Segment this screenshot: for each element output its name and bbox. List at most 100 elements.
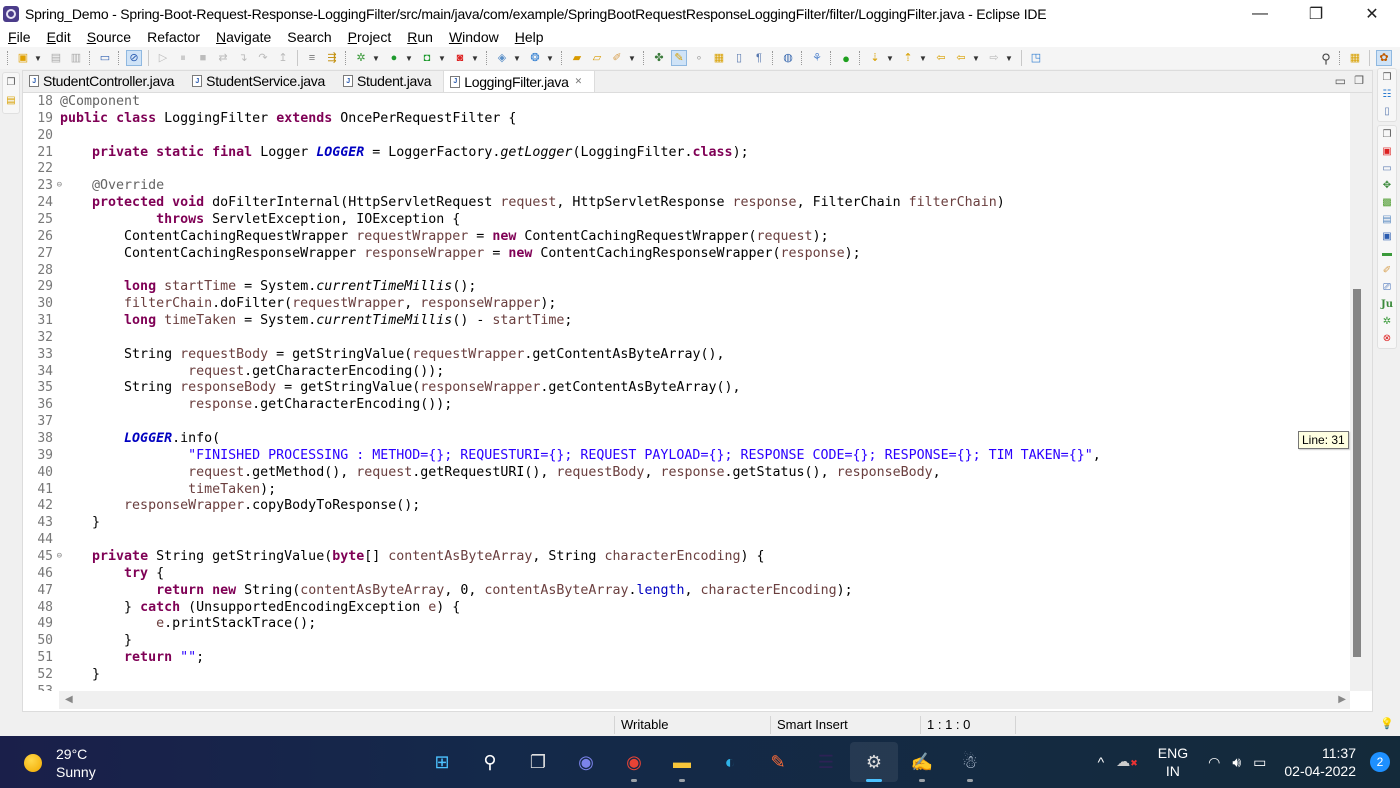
code-line[interactable]: 36 response.getCharacterEncoding()); [23, 396, 1350, 413]
code-line[interactable]: 23 ⊖ @Override [23, 177, 1350, 194]
code-line[interactable]: 37 [23, 413, 1350, 430]
toolbar-grip[interactable] [801, 51, 804, 65]
pin-editor-icon[interactable]: ◳ [1028, 50, 1044, 66]
scroll-right-icon[interactable]: ▶ [1338, 694, 1346, 705]
code-line[interactable]: 32 [23, 329, 1350, 346]
taskbar-app-chrome[interactable]: ◉ [610, 742, 658, 782]
menu-window[interactable]: Window [442, 29, 506, 45]
minimize-button[interactable]: — [1232, 0, 1288, 27]
toolbar-grip[interactable] [118, 51, 121, 65]
code-line[interactable]: 43 } [23, 514, 1350, 531]
editor-tab[interactable]: J StudentService.java [186, 70, 337, 92]
toggle-breadcrumb-icon[interactable]: ∘ [691, 50, 707, 66]
error-log-icon[interactable]: ⊗ [1380, 332, 1394, 346]
vertical-scrollbar[interactable] [1350, 93, 1372, 691]
code-line[interactable]: 33 String requestBody = getStringValue(r… [23, 346, 1350, 363]
code-line[interactable]: 25 throws ServletException, IOException … [23, 211, 1350, 228]
code-line[interactable]: 27 ContentCachingResponseWrapper respons… [23, 245, 1350, 262]
taskbar-app-notepad-plus-plus[interactable]: ✍ [898, 742, 946, 782]
taskbar-app-search[interactable]: ⚲ [466, 742, 514, 782]
code-line[interactable]: 19 public class LoggingFilter extends Onc… [23, 110, 1350, 127]
menu-project[interactable]: Project [341, 29, 399, 45]
open-task-icon[interactable]: ▱ [589, 50, 605, 66]
code-line[interactable]: 47 return new String(contentAsByteArray,… [23, 582, 1350, 599]
maximize-editor-icon[interactable]: ❐ [1354, 74, 1364, 87]
use-step-filters-icon[interactable]: ⇶ [324, 50, 340, 66]
show-source-icon[interactable]: ▯ [731, 50, 747, 66]
taskbar-app-teams-chat[interactable]: ◉ [562, 742, 610, 782]
save-all-icon[interactable]: ▥ [68, 50, 84, 66]
toolbar-grip[interactable] [89, 51, 92, 65]
menu-search[interactable]: Search [280, 29, 338, 45]
next-annotation-dropdown-icon[interactable]: ▼ [885, 54, 895, 63]
step-return-icon[interactable]: ↥ [275, 50, 291, 66]
code-line[interactable]: 42 responseWrapper.copyBodyToResponse(); [23, 497, 1350, 514]
restore-icon[interactable]: ❐ [1380, 71, 1394, 85]
code-line[interactable]: 53 [23, 683, 1350, 691]
progress-icon[interactable]: ▬ [1380, 247, 1394, 261]
tip-bulb-icon[interactable]: 💡 [1380, 717, 1394, 730]
restore-icon[interactable]: ❐ [4, 76, 18, 90]
debug-view-icon[interactable]: ⎚ [1380, 281, 1394, 295]
debug-icon[interactable]: ✲ [353, 50, 369, 66]
status-insert-mode[interactable]: Smart Insert [770, 716, 920, 734]
taskbar-app-file-explorer[interactable]: ▬ [658, 742, 706, 782]
terminal-icon[interactable]: ▭ [97, 50, 113, 66]
menu-navigate[interactable]: Navigate [209, 29, 278, 45]
coverage-icon[interactable]: ◘ [419, 50, 435, 66]
open-perspective-icon[interactable]: ▦ [1347, 50, 1363, 66]
taskbar-app-git-gui[interactable]: ☃ [946, 742, 994, 782]
toolbar-grip[interactable] [345, 51, 348, 65]
onedrive-error-icon[interactable]: ☁✖ [1116, 752, 1138, 772]
toolbar-grip[interactable] [643, 51, 646, 65]
code-line[interactable]: 39 "FINISHED PROCESSING : METHOD={}; REQ… [23, 447, 1350, 464]
toolbar-grip[interactable] [772, 51, 775, 65]
show-selected-element-icon[interactable]: ▦ [711, 50, 727, 66]
code-line[interactable]: 49 e.printStackTrace(); [23, 615, 1350, 632]
previous-annotation-icon[interactable]: ⇡ [900, 50, 916, 66]
code-line[interactable]: 20 [23, 127, 1350, 144]
external-tools-dropdown-icon[interactable]: ▼ [470, 54, 480, 63]
horizontal-scrollbar[interactable]: ◀ ▶ [59, 691, 1350, 709]
search-icon[interactable]: ⚲ [1318, 50, 1334, 66]
debug-dropdown-icon[interactable]: ▼ [371, 54, 381, 63]
notification-badge[interactable]: 2 [1370, 752, 1390, 772]
new-icon[interactable]: ▣ [15, 50, 31, 66]
code-line[interactable]: 30 filterChain.doFilter(requestWrapper, … [23, 295, 1350, 312]
new-class-dropdown-icon[interactable]: ▼ [545, 54, 555, 63]
servers-icon[interactable]: ▩ [1380, 196, 1394, 210]
taskbar-app-task-view[interactable]: ❐ [514, 742, 562, 782]
battery-icon[interactable]: ▭ [1253, 753, 1266, 771]
external-tools-icon[interactable]: ◙ [452, 50, 468, 66]
search-tool-icon[interactable]: ✐ [609, 50, 625, 66]
clock[interactable]: 11:37 02-04-2022 [1284, 744, 1356, 780]
code-line[interactable]: 38 LOGGER.info( [23, 430, 1350, 447]
javadoc-icon[interactable]: ▭ [1380, 162, 1394, 176]
forward-icon[interactable]: ⇨ [986, 50, 1002, 66]
input-language[interactable]: ENG IN [1158, 744, 1188, 780]
save-icon[interactable]: ▤ [48, 50, 64, 66]
taskbar-app-eclipse[interactable]: ☰ [802, 742, 850, 782]
console-icon[interactable]: ▣ [1380, 230, 1394, 244]
menu-refactor[interactable]: Refactor [140, 29, 207, 45]
coverage-dropdown-icon[interactable]: ▼ [437, 54, 447, 63]
junit-icon[interactable]: Ju [1380, 298, 1394, 312]
back-dropdown-icon[interactable]: ▼ [971, 54, 981, 63]
show-hidden-icons-chevron[interactable]: ^ [1098, 753, 1105, 771]
code-line[interactable]: 26 ContentCachingRequestWrapper requestW… [23, 228, 1350, 245]
problems-icon[interactable]: ▣ [1380, 145, 1394, 159]
code-line[interactable]: 29 long startTime = System.currentTimeMi… [23, 278, 1350, 295]
menu-source[interactable]: Source [80, 29, 138, 45]
open-type-icon[interactable]: ▰ [569, 50, 585, 66]
menu-run[interactable]: Run [400, 29, 440, 45]
code-line[interactable]: 24△ protected void doFilterInternal(Http… [23, 194, 1350, 211]
run-icon[interactable]: ● [386, 50, 402, 66]
terminate-icon[interactable]: ■ [195, 50, 211, 66]
new-java-project-dropdown-icon[interactable]: ▼ [512, 54, 522, 63]
wifi-icon[interactable]: ◠ [1208, 753, 1220, 771]
code-line[interactable]: 31 long timeTaken = System.currentTimeMi… [23, 312, 1350, 329]
toggle-mark-occurrences-icon[interactable]: ✤ [651, 50, 667, 66]
code-line[interactable]: 18 @Component [23, 93, 1350, 110]
forward-dropdown-icon[interactable]: ▼ [1004, 54, 1014, 63]
code-line[interactable]: 41 timeTaken); [23, 481, 1350, 498]
